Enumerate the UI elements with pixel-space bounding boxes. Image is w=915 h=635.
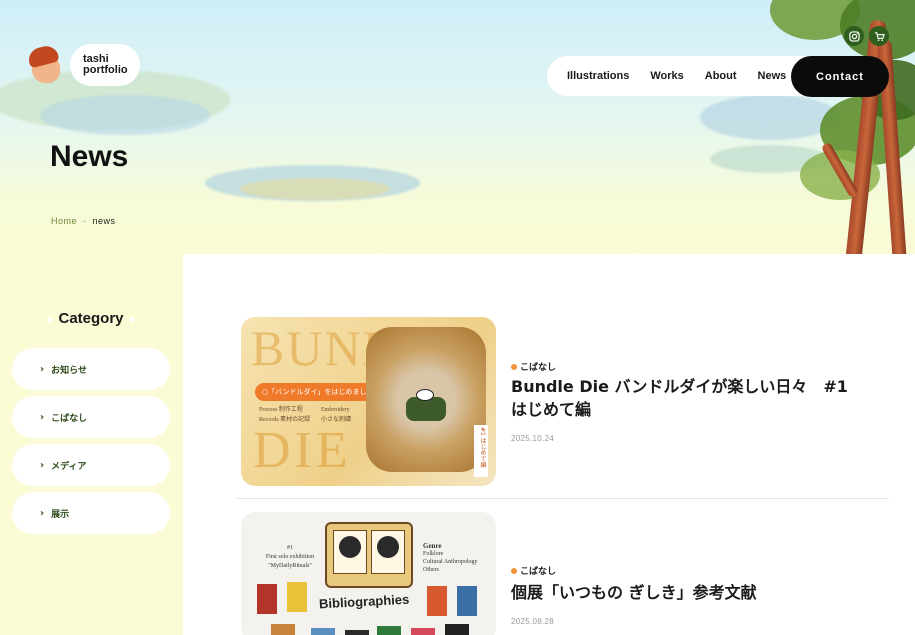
nav-news[interactable]: News <box>758 70 787 82</box>
thumb-text-left: #1 First solo exhibition "MyDailyRituals… <box>255 544 325 571</box>
cloud-decoration <box>40 95 210 135</box>
logo-text: tashi portfolio <box>70 44 140 86</box>
book-cover-icon <box>287 582 307 612</box>
thumb-text-right: Genre Folklore Cultural Anthropology Oth… <box>423 542 478 574</box>
thumb-heading: Bibliographies <box>318 591 410 612</box>
post-category-label: こばなし <box>520 363 557 373</box>
thumb-label: "MyDailyRituals" <box>268 563 312 569</box>
thumb-label: 素材の記録 <box>280 417 311 423</box>
book-cover-icon <box>411 628 435 635</box>
book-cover-icon <box>345 630 369 635</box>
instagram-icon[interactable] <box>844 26 864 46</box>
post-category[interactable]: こばなし <box>511 360 556 373</box>
book-cover-icon <box>377 626 401 635</box>
chevron-right-icon: › <box>40 363 45 375</box>
thumb-label: Genre <box>423 542 442 550</box>
embroidery-figure <box>416 389 434 401</box>
post-thumbnail[interactable]: BUNDLE DIE ○「バンドルダイ」をはじめました○ Process 制作工… <box>241 317 496 486</box>
category-item-news[interactable]: › お知らせ <box>12 348 170 390</box>
book-cover-icon <box>445 624 469 635</box>
thumb-label: First solo exhibition <box>265 554 315 560</box>
breadcrumb-current: news <box>92 216 116 226</box>
thumb-label: 小さな刺繍 <box>321 417 352 423</box>
thumb-labels: Process 制作工程 Records 素材の記録 <box>259 405 310 425</box>
post-title[interactable]: 個展「いつもの ぎしき」参考文献 <box>511 581 866 604</box>
contact-button[interactable]: Contact <box>791 56 889 97</box>
cloud-decoration <box>240 178 390 200</box>
category-item-media[interactable]: › メディア <box>12 444 170 486</box>
thumb-label: #1 <box>287 545 293 551</box>
post-title[interactable]: Bundle Die バンドルダイが楽しい日々 #1 はじめて編 <box>511 375 866 421</box>
nav-about[interactable]: About <box>705 70 737 82</box>
category-item-kobanashi[interactable]: › こばなし <box>12 396 170 438</box>
avatar <box>26 43 66 85</box>
book-cover-icon <box>271 624 295 635</box>
category-dot <box>511 567 517 574</box>
embroidery-photo <box>366 327 486 472</box>
thumb-label: Process <box>259 407 278 413</box>
category-item-label: メディア <box>51 461 87 472</box>
site-logo[interactable]: tashi portfolio <box>26 43 140 86</box>
thumb-side-label: #1 はじめて編 <box>474 425 488 477</box>
thumb-label: Embroidery <box>321 407 350 413</box>
book-cover-icon <box>257 584 277 614</box>
category-dot <box>511 363 517 370</box>
thumb-label: 制作工程 <box>278 407 303 413</box>
chevron-right-icon: › <box>40 507 45 519</box>
cart-icon[interactable] <box>869 26 889 46</box>
book-cover-icon <box>457 586 477 616</box>
post-thumbnail[interactable]: #1 First solo exhibition "MyDailyRituals… <box>241 512 496 635</box>
category-item-exhibition[interactable]: › 展示 <box>12 492 170 534</box>
post-divider <box>236 498 889 499</box>
thumb-word-bottom: DIE <box>253 422 352 479</box>
post-date: 2025.08.28 <box>511 617 555 626</box>
cloud-decoration <box>700 95 840 140</box>
post-category-label: こばなし <box>520 567 557 577</box>
thumb-label: Folklore <box>423 551 444 557</box>
breadcrumb: Home - news <box>51 216 116 226</box>
thumb-labels-2: Embroidery 小さな刺繍 <box>321 405 351 425</box>
breadcrumb-separator: - <box>83 216 87 226</box>
page-title: News <box>50 140 129 173</box>
thumb-label: Records <box>259 417 279 423</box>
category-sidebar: Category › お知らせ › こばなし › メディア › 展示 <box>0 254 183 635</box>
hero-header: tashi portfolio Illustrations Works Abou… <box>0 0 915 254</box>
nav-works[interactable]: Works <box>650 70 683 82</box>
breadcrumb-home[interactable]: Home <box>51 216 77 226</box>
logo-line-2: portfolio <box>83 64 128 76</box>
chevron-right-icon: › <box>40 411 45 423</box>
thumb-label: Others <box>423 567 439 573</box>
nav-illustrations[interactable]: Illustrations <box>567 70 629 82</box>
category-title: Category <box>47 310 135 327</box>
category-item-label: 展示 <box>51 509 70 520</box>
thumb-label: Cultural Anthropology <box>423 559 478 565</box>
category-item-label: お知らせ <box>51 365 87 376</box>
chevron-right-icon: › <box>40 459 45 471</box>
book-cover-icon <box>311 628 335 635</box>
category-item-label: こばなし <box>51 413 88 424</box>
book-cover-icon <box>427 586 447 616</box>
post-item[interactable]: #1 First solo exhibition "MyDailyRituals… <box>241 512 891 635</box>
post-category[interactable]: こばなし <box>511 564 556 577</box>
post-item[interactable]: BUNDLE DIE ○「バンドルダイ」をはじめました○ Process 制作工… <box>241 317 891 487</box>
open-book-illustration <box>325 522 413 588</box>
post-date: 2025.10.24 <box>511 434 555 443</box>
